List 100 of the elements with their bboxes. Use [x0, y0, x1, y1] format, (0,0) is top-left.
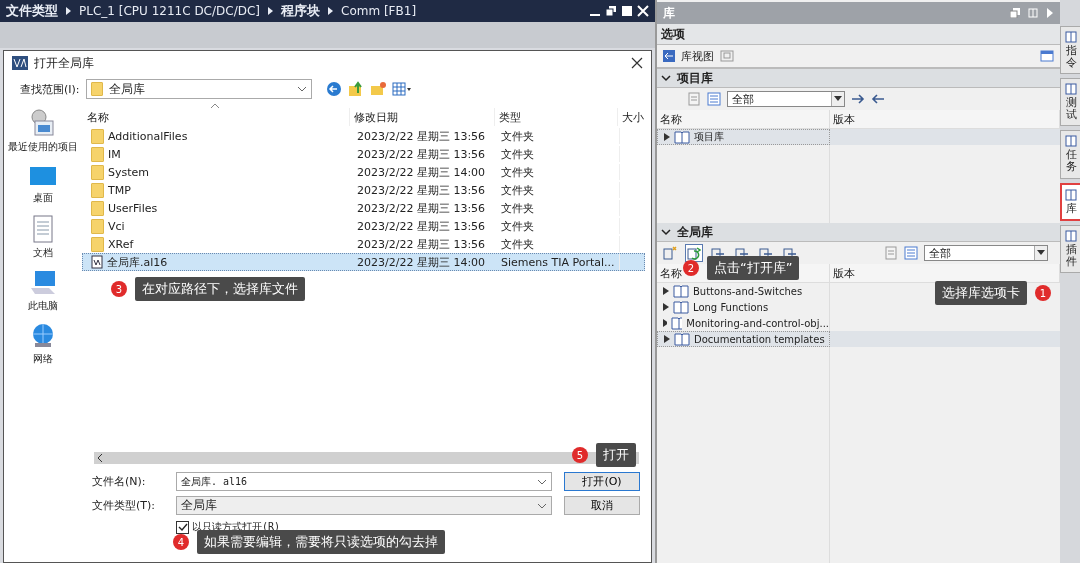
folder-icon — [91, 182, 104, 198]
library-row[interactable]: 项目库 — [657, 129, 1060, 145]
file-type-label: 文件类型(T): — [92, 498, 156, 513]
recent-items-icon[interactable] — [29, 109, 57, 137]
library-name: Monitoring-and-control-obj... — [686, 317, 829, 329]
expand-chevron-icon[interactable] — [661, 73, 671, 83]
window-icon[interactable] — [1040, 50, 1054, 62]
file-type: 文件夹 — [500, 164, 535, 180]
computer-icon[interactable] — [29, 270, 57, 296]
expand-arrow-icon[interactable] — [664, 133, 670, 141]
file-type: 文件夹 — [500, 146, 535, 162]
file-date: 2023/2/22 星期三 13:56 — [356, 236, 487, 252]
place-label[interactable]: 文档 — [33, 246, 53, 260]
file-name-field[interactable]: 全局库. al16 — [176, 472, 552, 491]
file-date: 2023/2/22 星期三 14:00 — [356, 164, 487, 180]
desktop-icon[interactable] — [29, 164, 57, 188]
file-name: 全局库.al16 — [107, 254, 168, 270]
file-type: Siemens TIA Portal... — [500, 255, 616, 269]
dropdown-arrow-icon[interactable] — [1037, 250, 1045, 256]
collapse-arrow-icon[interactable] — [1046, 8, 1054, 18]
restore-icon[interactable] — [605, 5, 617, 17]
file-name-label: 文件名(N): — [92, 474, 147, 489]
breadcrumb-item[interactable]: 程序块 — [281, 2, 320, 20]
look-in-dropdown[interactable]: 全局库 — [85, 79, 312, 99]
expand-chevron-icon[interactable] — [661, 227, 671, 237]
column-header[interactable]: 修改日期 — [349, 108, 494, 126]
folder-icon — [91, 128, 104, 144]
app-logo-icon — [12, 56, 28, 70]
place-label[interactable]: 最近使用的项目 — [8, 140, 78, 154]
side-tab[interactable]: 测试 — [1060, 78, 1080, 127]
file-row[interactable]: XRef 2023/2/22 星期三 13:56 文件夹 — [82, 235, 645, 253]
file-type: 文件夹 — [500, 182, 535, 198]
sort-caret-icon — [210, 103, 220, 109]
book-icon — [1065, 135, 1077, 148]
place-label[interactable]: 此电脑 — [28, 299, 58, 313]
file-type: 文件夹 — [500, 200, 535, 216]
file-row[interactable]: TMP 2023/2/22 星期三 13:56 文件夹 — [82, 181, 645, 199]
dropdown-arrow-icon[interactable] — [833, 96, 842, 102]
arrow-left-icon[interactable] — [663, 50, 675, 62]
library-open-icon[interactable] — [685, 244, 703, 262]
file-date: 2023/2/22 星期三 13:56 — [356, 218, 487, 234]
file-row[interactable]: AdditionalFiles 2023/2/22 星期三 13:56 文件夹 — [82, 127, 645, 145]
library-file-icon — [91, 255, 103, 269]
file-row[interactable]: 全局库.al16 2023/2/22 星期三 14:00 Siemens TIA Portal... — [82, 253, 645, 271]
file-row[interactable]: Vci 2023/2/22 星期三 13:56 文件夹 — [82, 217, 645, 235]
side-tab[interactable]: 插件 — [1060, 224, 1080, 273]
callout-tooltip: 打开 — [596, 443, 636, 467]
library-view-label[interactable]: 库视图 — [681, 48, 714, 64]
new-folder-icon[interactable] — [369, 81, 386, 97]
column-header[interactable]: 名称 — [657, 110, 830, 128]
folder-icon — [91, 146, 104, 162]
place-label[interactable]: 网络 — [33, 352, 53, 366]
file-row[interactable]: UserFiles 2023/2/22 星期三 13:56 文件夹 — [82, 199, 645, 217]
callout-tooltip: 选择库选项卡 — [935, 281, 1027, 305]
file-row[interactable]: System 2023/2/22 星期三 14:00 文件夹 — [82, 163, 645, 181]
section-title: 全局库 — [677, 223, 713, 241]
maximize-icon[interactable] — [621, 5, 633, 17]
breadcrumb-item[interactable]: PLC_1 [CPU 1211C DC/DC/DC] — [79, 4, 260, 18]
column-header[interactable]: 大小 — [617, 108, 644, 126]
file-type-dropdown[interactable]: 全局库 — [176, 496, 552, 515]
scroll-left-icon[interactable] — [96, 453, 104, 463]
book-icon — [674, 332, 690, 346]
file-date: 2023/2/22 星期三 14:00 — [356, 254, 487, 270]
library-name: Documentation templates — [694, 333, 825, 345]
file-type: 文件夹 — [500, 236, 535, 252]
chevron-down-icon[interactable] — [537, 478, 547, 485]
file-type: 文件夹 — [500, 218, 535, 234]
book-icon — [673, 284, 689, 298]
file-name: TMP — [108, 183, 131, 197]
breadcrumb-item[interactable]: 文件类型 — [6, 2, 58, 20]
float-icon[interactable] — [1010, 8, 1020, 18]
arrow-right-icon[interactable] — [850, 92, 865, 106]
arrow-left-icon[interactable] — [870, 92, 885, 106]
filter-dropdown[interactable]: 全部 — [726, 91, 845, 107]
read-only-checkbox[interactable] — [176, 520, 189, 534]
view-menu-icon[interactable] — [391, 81, 412, 97]
column-header[interactable]: 名称 — [83, 109, 349, 125]
cancel-button[interactable]: 取消 — [564, 496, 640, 515]
folder-icon — [91, 218, 104, 234]
file-name: UserFiles — [108, 201, 158, 215]
back-icon[interactable] — [325, 81, 342, 97]
close-icon[interactable] — [631, 57, 643, 69]
library-name: 项目库 — [694, 130, 724, 144]
file-row[interactable]: IM 2023/2/22 星期三 13:56 文件夹 — [82, 145, 645, 163]
folder-icon — [91, 164, 104, 180]
book-icon — [1065, 229, 1077, 242]
side-tab[interactable]: 指令 — [1060, 26, 1080, 75]
column-header[interactable]: 类型 — [494, 108, 617, 126]
filter-dropdown[interactable]: 全部 — [924, 245, 1048, 261]
chevron-down-icon[interactable] — [296, 86, 307, 92]
place-label[interactable]: 桌面 — [33, 191, 53, 205]
library-name: Buttons-and-Switches — [693, 285, 803, 297]
breadcrumb-item[interactable]: Comm [FB1] — [341, 4, 417, 18]
side-tab[interactable]: 库 — [1060, 182, 1080, 221]
library-row[interactable]: Documentation templates — [657, 331, 1060, 347]
open-button[interactable]: 打开(O) — [564, 472, 640, 491]
folder-up-icon[interactable] — [347, 81, 364, 97]
side-tab[interactable]: 任务 — [1060, 130, 1080, 179]
book-icon — [674, 130, 690, 144]
chevron-down-icon[interactable] — [537, 502, 547, 509]
